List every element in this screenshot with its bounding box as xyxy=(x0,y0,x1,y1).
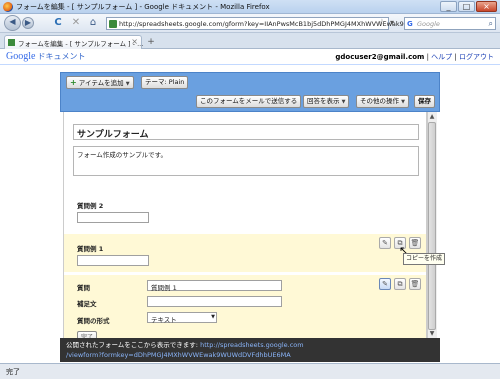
form-title-input[interactable]: サンプルフォーム xyxy=(73,124,419,140)
add-item-button[interactable]: + アイテムを追加 ▼ xyxy=(66,76,134,89)
home-button[interactable]: ⌂ xyxy=(87,17,99,29)
copy-icon: ⧉ xyxy=(397,280,403,288)
add-item-label: アイテムを追加 xyxy=(78,79,124,87)
search-magnifier-icon[interactable]: ⌕ xyxy=(489,19,493,29)
google-logo-text: Google xyxy=(6,51,36,62)
forward-button[interactable]: ▶ xyxy=(22,17,34,29)
published-text: 公開されたフォームをここから表示できます: xyxy=(66,341,198,349)
published-form-link[interactable]: http://spreadsheets.google.com xyxy=(200,341,304,349)
question-type-label: 質問の形式 xyxy=(77,317,110,325)
more-actions-button[interactable]: その他の操作 ▼ xyxy=(356,95,409,108)
help-text-label: 補足文 xyxy=(77,300,97,308)
copy-question-button[interactable]: ⧉ xyxy=(394,278,406,290)
published-form-bar: 公開されたフォームをここから表示できます: http://spreadsheet… xyxy=(60,338,440,362)
show-responses-label: 回答を表示 xyxy=(307,97,340,105)
tab-edit-form[interactable]: フォームを編集 - [ サンプルフォーム ] - ... × xyxy=(4,35,144,49)
google-search-icon: G xyxy=(407,20,413,28)
scroll-thumb[interactable] xyxy=(428,122,436,330)
question-label: 質問例 1 xyxy=(77,245,104,253)
separator: | xyxy=(454,53,457,61)
tab-favicon-icon xyxy=(8,39,15,46)
form-card: サンプルフォーム フォーム作成のサンプルです。 質問例 2 質問例 1 ✎ ⧉ … xyxy=(63,112,427,338)
docs-header: Google ドキュメント gdocuser2@gmail.com | ヘルプ |… xyxy=(0,49,500,65)
delete-question-button[interactable]: 🗑 xyxy=(409,237,421,249)
question-label: 質問例 2 xyxy=(77,202,104,210)
chevron-down-icon: ▼ xyxy=(401,99,405,105)
search-placeholder: Google xyxy=(417,20,440,28)
save-button[interactable]: 保存 xyxy=(414,95,435,108)
theme-button[interactable]: テーマ: Plain xyxy=(141,76,189,89)
delete-question-button[interactable]: 🗑 xyxy=(409,278,421,290)
user-links: gdocuser2@gmail.com | ヘルプ | ログアウト xyxy=(335,52,494,62)
scroll-up-icon[interactable]: ▲ xyxy=(428,113,436,121)
url-bar[interactable]: http://spreadsheets.google.com/gform?key… xyxy=(106,17,404,30)
form-description-input[interactable]: フォーム作成のサンプルです。 xyxy=(73,146,419,176)
question-title-input[interactable]: 質問例 1 xyxy=(147,280,282,292)
plus-icon: + xyxy=(70,78,77,87)
status-text: 完了 xyxy=(6,368,20,376)
tab-strip: フォームを編集 - [ サンプルフォーム ] - ... × + xyxy=(0,33,500,49)
question-preview-input xyxy=(77,212,149,223)
question-preview-input xyxy=(77,255,149,266)
close-window-button[interactable]: × xyxy=(476,1,497,12)
pencil-icon: ✎ xyxy=(382,280,388,288)
trash-icon: 🗑 xyxy=(410,239,420,247)
chevron-down-icon: ▼ xyxy=(125,81,130,87)
google-docs-logo[interactable]: Google ドキュメント xyxy=(6,51,85,62)
forward-arrow-icon: ▶ xyxy=(24,18,32,27)
window-title: フォームを編集 - [ サンプルフォーム ] - Google ドキュメント -… xyxy=(16,3,270,11)
scroll-down-icon[interactable]: ▼ xyxy=(428,330,436,338)
stop-button[interactable]: ✕ xyxy=(70,17,82,29)
new-tab-button[interactable]: + xyxy=(145,36,157,48)
firefox-logo-icon xyxy=(3,2,13,12)
show-responses-button[interactable]: 回答を表示 ▼ xyxy=(303,95,350,108)
help-link[interactable]: ヘルプ xyxy=(431,53,452,61)
chevron-down-icon: ▼ xyxy=(341,99,346,105)
question-title-label: 質問 xyxy=(77,284,90,292)
form-toolbar: + アイテムを追加 ▼ テーマ: Plain このフォームをメールで送信する 回… xyxy=(60,72,440,112)
back-button[interactable]: ◀ xyxy=(4,15,21,31)
question-type-value: テキスト xyxy=(151,316,177,324)
home-icon: ⌂ xyxy=(89,17,97,28)
pencil-icon: ✎ xyxy=(382,239,388,247)
question-row[interactable] xyxy=(64,234,426,272)
navigation-toolbar: ◀ ▶ C ✕ ⌂ http://spreadsheets.google.com… xyxy=(0,14,500,33)
url-text: http://spreadsheets.google.com/gform?key… xyxy=(119,20,404,28)
copy-tooltip: コピーを作成 xyxy=(403,253,446,265)
status-bar: 完了 xyxy=(0,363,500,379)
maximize-button[interactable]: □ xyxy=(458,1,475,12)
email-form-button[interactable]: このフォームをメールで送信する xyxy=(196,95,302,108)
help-text-input[interactable] xyxy=(147,296,282,307)
user-email: gdocuser2@gmail.com xyxy=(335,53,425,61)
minimize-button[interactable]: _ xyxy=(440,1,457,12)
url-dropdown-icon[interactable]: ▾ xyxy=(390,18,394,27)
site-favicon-icon xyxy=(109,20,117,28)
window-titlebar: フォームを編集 - [ サンプルフォーム ] - Google ドキュメント -… xyxy=(0,0,500,14)
back-arrow-icon: ◀ xyxy=(9,17,16,26)
separator: | xyxy=(426,53,429,61)
edit-question-button[interactable]: ✎ xyxy=(379,237,391,249)
reload-icon: C xyxy=(54,17,62,28)
question-type-select[interactable]: テキスト ▼ xyxy=(147,312,217,324)
tab-label: フォームを編集 - [ サンプルフォーム ] - ... xyxy=(18,40,144,48)
chevron-down-icon: ▼ xyxy=(211,314,215,320)
bookmark-star-icon[interactable]: ☆ xyxy=(378,18,386,28)
more-actions-label: その他の操作 xyxy=(360,97,399,105)
search-box[interactable]: G Google ⌕ xyxy=(404,17,496,30)
reload-button[interactable]: C xyxy=(52,17,64,29)
trash-icon: 🗑 xyxy=(410,280,420,288)
published-form-link-cont[interactable]: /viewform?formkey=dDhPMGJ4MXhWVWEwak9WUW… xyxy=(66,351,291,359)
stop-icon: ✕ xyxy=(71,17,81,28)
product-name: ドキュメント xyxy=(37,52,86,61)
done-button[interactable]: 完了 xyxy=(77,331,98,338)
tab-close-icon[interactable]: × xyxy=(131,37,138,46)
edit-question-button[interactable]: ✎ xyxy=(379,278,391,290)
logout-link[interactable]: ログアウト xyxy=(459,53,494,61)
